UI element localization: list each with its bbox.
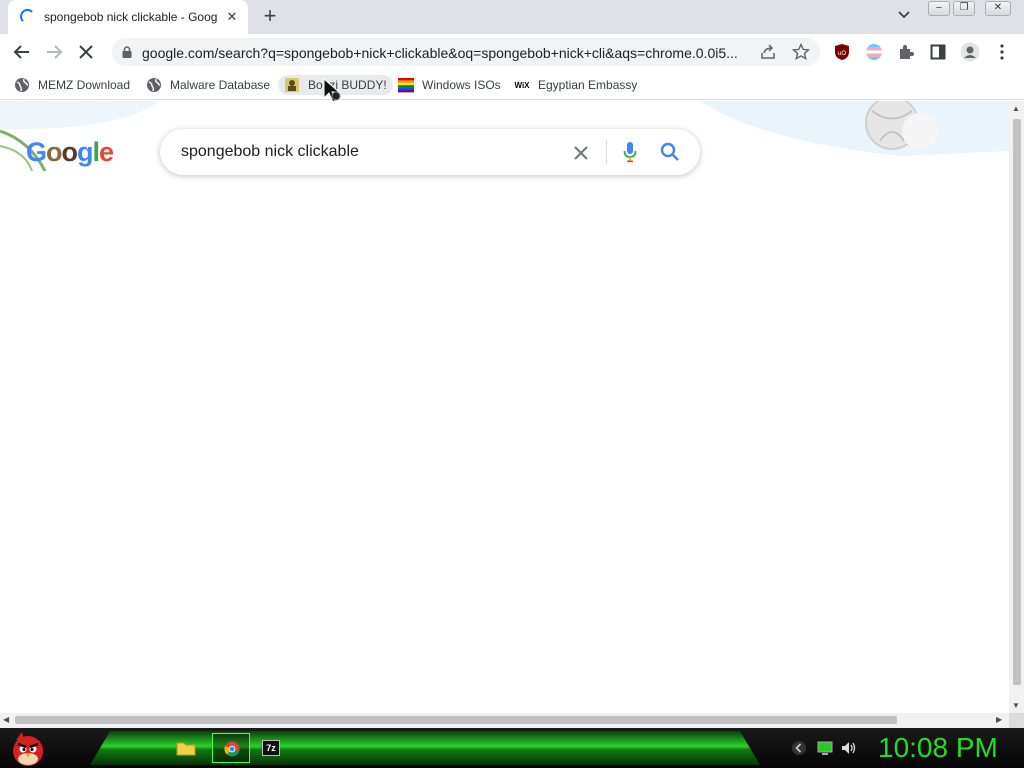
- browser-tab[interactable]: spongebob nick clickable - Goog ✕: [8, 0, 248, 34]
- bookmark-windows-isos[interactable]: Windows ISOs: [398, 75, 501, 95]
- microphone-icon[interactable]: [618, 140, 642, 164]
- extensions-puzzle-icon[interactable]: [896, 42, 916, 62]
- side-panel-icon[interactable]: [928, 42, 948, 62]
- search-input[interactable]: spongebob nick clickable: [181, 143, 359, 161]
- new-tab-button[interactable]: +: [258, 5, 282, 29]
- volume-speaker-icon[interactable]: [841, 740, 857, 759]
- loading-spinner-icon: [20, 9, 35, 24]
- taskbar: 7z 10:08 PM: [0, 728, 1024, 768]
- trans-flag-extension-icon[interactable]: [864, 42, 884, 62]
- chrome-icon: [224, 741, 240, 757]
- bookmarks-bar: MEMZ Download Malware Database Bonzi BUD…: [0, 70, 1024, 103]
- ublock-origin-icon[interactable]: uO: [832, 42, 852, 62]
- bookmark-star-icon[interactable]: [791, 42, 811, 64]
- horizontal-scroll-thumb[interactable]: [15, 716, 897, 724]
- bonzi-gorilla-icon: [284, 77, 300, 93]
- wix-logo-icon: WiX: [514, 80, 530, 90]
- vertical-scrollbar[interactable]: ▲ ▼: [1009, 101, 1024, 713]
- search-box[interactable]: spongebob nick clickable: [160, 129, 700, 175]
- horizontal-scrollbar[interactable]: ◀ ▶: [0, 713, 1009, 728]
- menu-kebab-icon[interactable]: [992, 42, 1012, 62]
- page-content: Google spongebob nick clickable: [0, 101, 1009, 713]
- svg-text:uO: uO: [838, 51, 846, 57]
- back-button[interactable]: [10, 40, 34, 64]
- globe-icon: [14, 77, 30, 93]
- close-window-button[interactable]: ✕: [985, 1, 1011, 16]
- start-button-angry-bird-icon[interactable]: [8, 730, 48, 771]
- scroll-left-arrow-icon[interactable]: ◀: [3, 715, 9, 724]
- scrollbar-corner: [1009, 713, 1024, 728]
- clear-search-icon[interactable]: [569, 141, 593, 165]
- share-icon[interactable]: [760, 44, 776, 63]
- tab-search-chevron-icon[interactable]: [895, 8, 913, 26]
- globe-icon: [146, 77, 162, 93]
- bookmark-memz-download[interactable]: MEMZ Download: [14, 75, 130, 95]
- google-doodle-logo[interactable]: Google: [26, 137, 114, 168]
- lock-icon[interactable]: [122, 46, 132, 61]
- vertical-scroll-thumb[interactable]: [1013, 119, 1021, 685]
- tab-title: spongebob nick clickable - Goog: [44, 10, 218, 24]
- 7zip-icon[interactable]: 7z: [262, 740, 280, 756]
- scroll-up-arrow-icon[interactable]: ▲: [1012, 104, 1020, 113]
- bookmark-egyptian-embassy[interactable]: WiX Egyptian Embassy: [514, 75, 637, 95]
- search-icon[interactable]: [658, 140, 682, 164]
- bookmark-malware-database[interactable]: Malware Database: [146, 75, 270, 95]
- divider: [606, 140, 607, 164]
- bookmark-label: Malware Database: [170, 78, 271, 92]
- restore-button[interactable]: ❐: [953, 1, 975, 16]
- bookmark-label: Windows ISOs: [422, 78, 501, 92]
- browser-toolbar: google.com/search?q=spongebob+nick+click…: [0, 34, 1024, 70]
- bookmark-label: Egyptian Embassy: [538, 78, 638, 92]
- minimize-button[interactable]: –: [928, 1, 950, 16]
- profile-avatar-icon[interactable]: [960, 42, 980, 62]
- bookmark-label: Bonzi BUDDY!: [308, 78, 387, 92]
- tray-chevron-icon[interactable]: [791, 740, 807, 759]
- url-text[interactable]: google.com/search?q=spongebob+nick+click…: [142, 45, 752, 61]
- scroll-right-arrow-icon[interactable]: ▶: [996, 715, 1002, 724]
- taskbar-clock[interactable]: 10:08 PM: [878, 732, 998, 764]
- address-bar[interactable]: google.com/search?q=spongebob+nick+click…: [112, 38, 820, 66]
- taskbar-chrome-button[interactable]: [212, 733, 250, 763]
- rainbow-flag-icon: [398, 77, 414, 93]
- network-monitor-icon[interactable]: [817, 740, 833, 759]
- bookmark-label: MEMZ Download: [38, 78, 131, 92]
- forward-button[interactable]: [42, 40, 66, 64]
- tab-close-icon[interactable]: ✕: [224, 9, 240, 25]
- stop-loading-button[interactable]: [74, 40, 98, 64]
- file-explorer-icon[interactable]: [176, 740, 196, 759]
- tab-strip: spongebob nick clickable - Goog ✕ + – ❐ …: [0, 0, 1024, 34]
- scroll-down-arrow-icon[interactable]: ▼: [1012, 701, 1020, 710]
